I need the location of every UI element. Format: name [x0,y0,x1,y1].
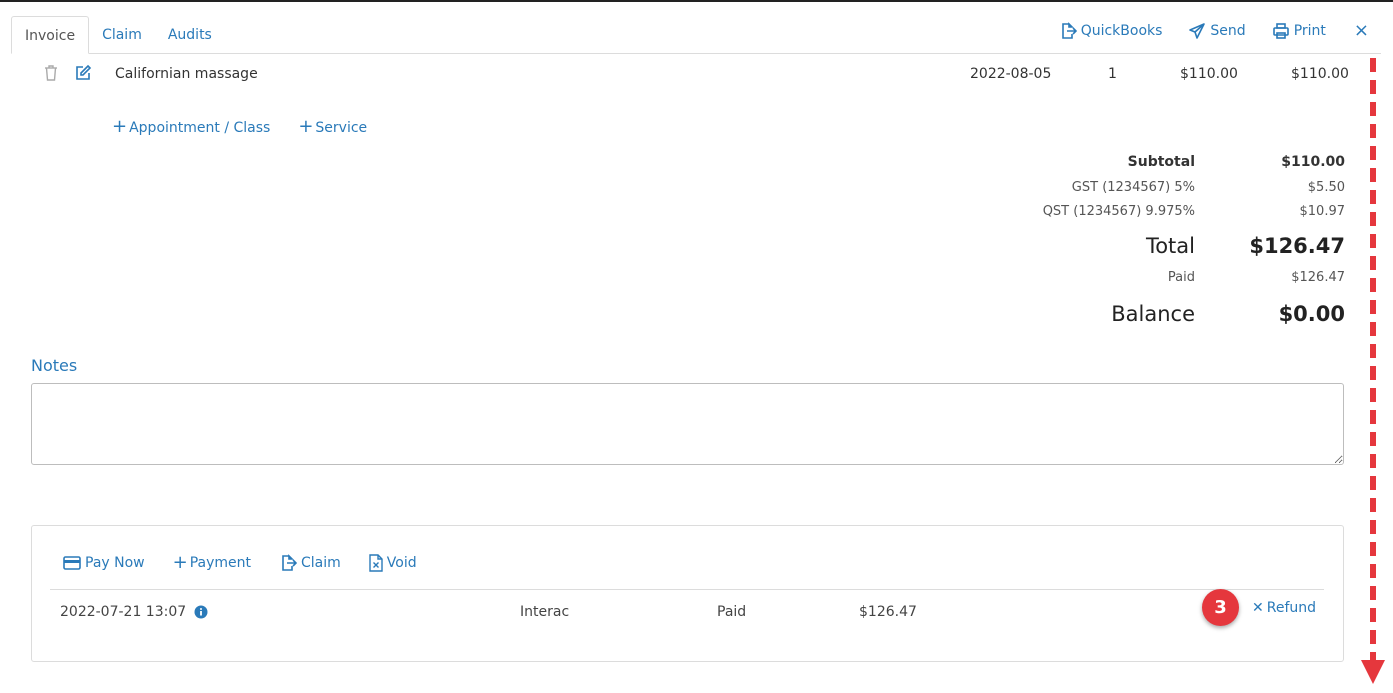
plus-icon: + [112,116,128,137]
qst-value: $10.97 [1299,204,1346,219]
balance-label: Balance [1111,302,1195,326]
payment-row: 2022-07-21 13:07 Interac Paid $126.47 ✕ … [32,600,1345,626]
line-item-description: Californian massage [115,66,258,82]
tab-claim[interactable]: Claim [89,16,155,54]
gst-row: GST (1234567) 5% $5.50 [1000,180,1345,206]
add-service-label: Service [315,120,368,136]
refund-label: Refund [1266,600,1317,616]
payments-divider [50,589,1324,590]
quickbooks-label: QuickBooks [1080,23,1163,39]
plus-icon: + [172,552,188,573]
close-icon[interactable]: × [1354,22,1369,40]
total-row: Total $126.47 [1000,234,1345,274]
invoice-tabs: Invoice Claim Audits [11,16,225,54]
credit-card-icon [63,555,81,570]
payment-method: Interac [520,604,570,620]
scroll-down-arrow-icon [1361,58,1385,684]
send-label: Send [1210,23,1246,39]
subtotal-value: $110.00 [1281,154,1345,170]
qst-label: QST (1234567) 9.975% [1042,204,1195,219]
subtotal-label: Subtotal [1127,154,1195,170]
trash-icon[interactable] [44,65,58,85]
export-icon [1061,22,1077,39]
refund-button[interactable]: ✕ Refund [1252,600,1316,616]
invoice-totals: Subtotal $110.00 GST (1234567) 5% $5.50 … [1000,150,1345,336]
total-value: $126.47 [1249,234,1345,258]
claim-button[interactable]: Claim [279,552,341,573]
balance-value: $0.00 [1278,302,1345,326]
export-icon [282,553,298,571]
pay-now-button[interactable]: Pay Now [63,552,145,573]
tab-invoice[interactable]: Invoice [11,16,90,54]
paper-plane-icon [1189,23,1206,39]
print-button[interactable]: Print [1272,22,1326,40]
close-icon: ✕ [1252,600,1264,616]
invoice-line-item: Californian massage 2022-08-05 1 $110.00… [0,60,1360,90]
line-item-quantity: 1 [1108,66,1117,82]
payment-status: Paid [717,604,747,620]
pay-now-label: Pay Now [85,554,145,571]
total-label: Total [1145,234,1195,258]
void-document-icon [369,553,383,572]
add-service-link[interactable]: + Service [298,116,367,137]
gst-label: GST (1234567) 5% [1071,180,1195,195]
line-item-amount: $110.00 [1291,66,1349,82]
add-appointment-class-link[interactable]: + Appointment / Class [112,116,270,137]
tabs-divider [11,53,1381,54]
void-label: Void [386,554,417,571]
qst-row: QST (1234567) 9.975% $10.97 [1000,204,1345,230]
plus-icon: + [298,116,314,137]
paid-value: $126.47 [1291,270,1345,285]
notes-label: Notes [31,356,78,375]
add-payment-label: Payment [189,554,252,571]
paid-label: Paid [1167,270,1195,285]
edit-icon[interactable] [74,64,92,86]
payments-panel: Pay Now + Payment Claim Void 2022-07-21 … [31,525,1344,662]
line-item-unit-price: $110.00 [1180,66,1238,82]
info-icon[interactable] [194,605,208,619]
line-item-date: 2022-08-05 [970,66,1052,82]
window-top-border [0,0,1393,2]
send-button[interactable]: Send [1188,22,1246,40]
paid-row: Paid $126.47 [1000,270,1345,300]
claim-label: Claim [301,554,341,571]
add-line-links: + Appointment / Class + Service [112,116,395,137]
step-number-badge: 3 [1202,589,1239,626]
tab-audits[interactable]: Audits [155,16,225,54]
gst-value: $5.50 [1307,180,1345,195]
balance-row: Balance $0.00 [1000,302,1345,338]
payment-actions: Pay Now + Payment Claim Void [63,552,445,573]
payment-amount: $126.47 [859,604,917,620]
payment-datetime: 2022-07-21 13:07 [60,604,208,620]
add-appointment-label: Appointment / Class [129,120,271,136]
void-button[interactable]: Void [369,552,417,573]
quickbooks-button[interactable]: QuickBooks [1059,22,1163,40]
print-label: Print [1293,23,1326,39]
add-payment-button[interactable]: + Payment [173,552,251,573]
notes-field[interactable] [31,383,1344,465]
printer-icon [1272,23,1289,39]
invoice-toolbar: QuickBooks Send Print × [1033,22,1369,40]
subtotal-row: Subtotal $110.00 [1000,154,1345,182]
payment-datetime-text: 2022-07-21 13:07 [60,604,187,620]
